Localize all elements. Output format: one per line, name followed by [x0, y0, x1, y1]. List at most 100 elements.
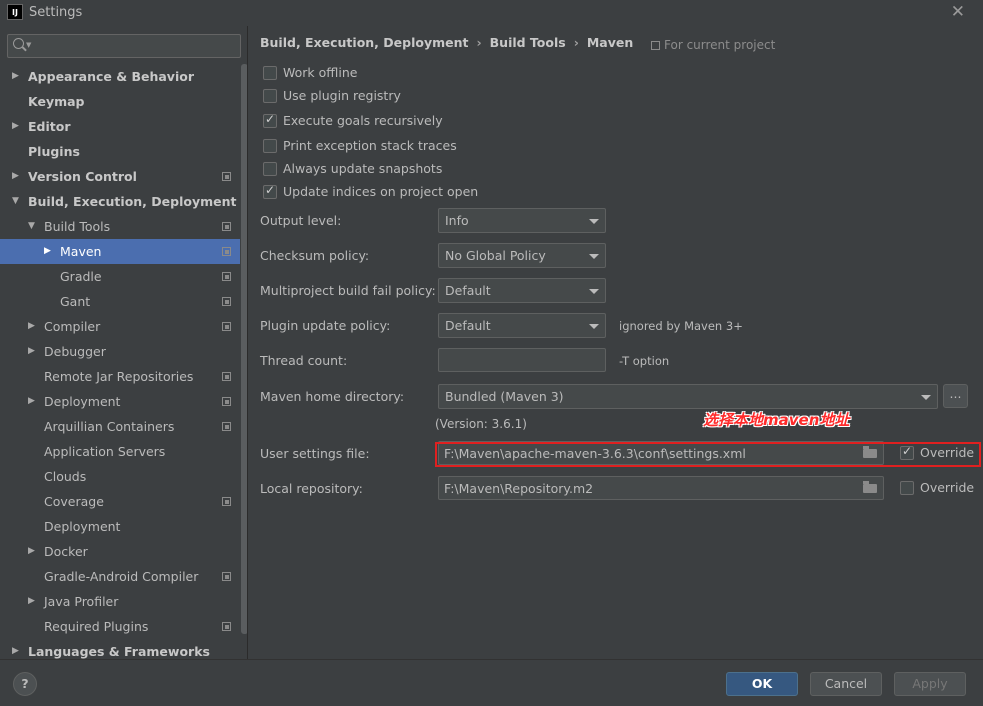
sidebar-item-maven[interactable]: ▶ Maven — [0, 239, 240, 264]
local-repository-override-checkbox[interactable] — [900, 481, 914, 495]
cancel-button[interactable]: Cancel — [810, 672, 882, 696]
project-scope-icon — [222, 172, 231, 181]
sidebar-item-gradle[interactable]: Gradle — [0, 264, 240, 289]
sidebar-item-application-servers[interactable]: Application Servers — [0, 439, 240, 464]
execute-goals-recursively-label: Execute goals recursively — [283, 113, 443, 128]
output-level-select[interactable]: Info — [438, 208, 606, 233]
sidebar-item-plugins[interactable]: Plugins — [0, 139, 240, 164]
always-update-snapshots-label: Always update snapshots — [283, 161, 443, 176]
sidebar-item-label: Arquillian Containers — [44, 419, 175, 434]
settings-sidebar: ▼ ▶ Appearance & Behavior Keymap ▶ Editor Plu… — [0, 26, 248, 659]
breadcrumb-separator: › — [476, 35, 482, 50]
search-options-chevron-down-icon[interactable]: ▼ — [26, 41, 31, 49]
work-offline-checkbox[interactable] — [263, 66, 277, 80]
breadcrumb-item: Build Tools — [489, 35, 566, 50]
multiproject-fail-policy-label: Multiproject build fail policy: — [260, 283, 436, 298]
project-scope-label: For current project — [651, 38, 775, 52]
sidebar-item-build-execution-deployment[interactable]: ▼ Build, Execution, Deployment — [0, 189, 240, 214]
chevron-right-icon[interactable]: ▶ — [28, 539, 35, 564]
sidebar-item-compiler[interactable]: ▶ Compiler — [0, 314, 240, 339]
multiproject-fail-policy-select[interactable]: Default — [438, 278, 606, 303]
project-scope-icon — [651, 41, 660, 50]
chevron-right-icon[interactable]: ▶ — [12, 164, 19, 189]
highlight-box — [435, 442, 981, 467]
always-update-snapshots-checkbox[interactable] — [263, 162, 277, 176]
sidebar-item-deployment[interactable]: Deployment — [0, 514, 240, 539]
sidebar-item-label: Docker — [44, 544, 88, 559]
sidebar-item-docker[interactable]: ▶ Docker — [0, 539, 240, 564]
sidebar-item-label: Deployment — [44, 519, 121, 534]
plugin-update-policy-select[interactable]: Default — [438, 313, 606, 338]
search-input[interactable]: ▼ — [7, 34, 241, 58]
project-scope-icon — [222, 222, 231, 231]
sidebar-item-java-profiler[interactable]: ▶ Java Profiler — [0, 589, 240, 614]
sidebar-item-debugger[interactable]: ▶ Debugger — [0, 339, 240, 364]
user-settings-file-label: User settings file: — [260, 446, 370, 461]
sidebar-item-label: Debugger — [44, 344, 106, 359]
maven-home-label: Maven home directory: — [260, 389, 405, 404]
chevron-right-icon[interactable]: ▶ — [28, 339, 35, 364]
plugin-update-policy-label: Plugin update policy: — [260, 318, 391, 333]
output-level-label: Output level: — [260, 213, 342, 228]
sidebar-item-version-control[interactable]: ▶ Version Control — [0, 164, 240, 189]
project-scope-icon — [222, 372, 231, 381]
chevron-right-icon[interactable]: ▶ — [28, 314, 35, 339]
sidebar-item-editor[interactable]: ▶ Editor — [0, 114, 240, 139]
use-plugin-registry-checkbox[interactable] — [263, 89, 277, 103]
chevron-down-icon — [589, 254, 599, 259]
sidebar-item-label: Clouds — [44, 469, 87, 484]
sidebar-item-coverage[interactable]: Coverage — [0, 489, 240, 514]
dialog-footer: ? OK Cancel Apply — [0, 659, 983, 706]
maven-home-browse-button[interactable]: ... — [943, 384, 968, 408]
folder-icon[interactable] — [863, 481, 877, 493]
plugin-update-hint: ignored by Maven 3+ — [619, 319, 743, 333]
chevron-right-icon[interactable]: ▶ — [12, 114, 19, 139]
chevron-down-icon — [589, 289, 599, 294]
maven-home-value: Bundled (Maven 3) — [445, 389, 564, 404]
sidebar-item-clouds[interactable]: Clouds — [0, 464, 240, 489]
sidebar-item-gant[interactable]: Gant — [0, 289, 240, 314]
sidebar-item-arquillian-containers[interactable]: Arquillian Containers — [0, 414, 240, 439]
breadcrumb: Build, Execution, Deployment › Build Tools… — [260, 35, 633, 50]
sidebar-item-label: Keymap — [28, 94, 85, 109]
execute-goals-recursively-checkbox[interactable] — [263, 112, 277, 128]
chevron-right-icon[interactable]: ▶ — [12, 64, 19, 89]
sidebar-item-gradle-android-compiler[interactable]: Gradle-Android Compiler — [0, 564, 240, 589]
local-repository-value: F:\Maven\Repository.m2 — [444, 481, 594, 496]
output-level-value: Info — [445, 213, 469, 228]
local-repository-input[interactable]: F:\Maven\Repository.m2 — [438, 476, 884, 500]
sidebar-item-deployment[interactable]: ▶ Deployment — [0, 389, 240, 414]
checksum-policy-select[interactable]: No Global Policy — [438, 243, 606, 268]
project-scope-icon — [222, 622, 231, 631]
sidebar-item-keymap[interactable]: Keymap — [0, 89, 240, 114]
chevron-right-icon[interactable]: ▶ — [28, 389, 35, 414]
sidebar-item-remote-jar-repositories[interactable]: Remote Jar Repositories — [0, 364, 240, 389]
sidebar-item-languages-frameworks[interactable]: ▶ Languages & Frameworks — [0, 639, 240, 659]
chevron-down-icon[interactable]: ▼ — [12, 189, 19, 214]
settings-tree: ▶ Appearance & Behavior Keymap ▶ Editor Plugi… — [0, 64, 240, 659]
maven-home-select[interactable]: Bundled (Maven 3) — [438, 384, 938, 409]
print-exception-stack-traces-checkbox[interactable] — [263, 139, 277, 153]
sidebar-item-label: Languages & Frameworks — [28, 644, 210, 659]
project-scope-icon — [222, 422, 231, 431]
close-icon[interactable]: ✕ — [951, 2, 965, 22]
update-indices-checkbox[interactable] — [263, 183, 277, 199]
chevron-right-icon[interactable]: ▶ — [12, 639, 19, 659]
sidebar-item-required-plugins[interactable]: Required Plugins — [0, 614, 240, 639]
local-repository-override-label: Override — [920, 480, 975, 495]
chevron-right-icon[interactable]: ▶ — [28, 589, 35, 614]
ok-button[interactable]: OK — [726, 672, 798, 696]
sidebar-item-label: Gradle — [60, 269, 102, 284]
sidebar-item-build-tools[interactable]: ▼ Build Tools — [0, 214, 240, 239]
breadcrumb-item: Build, Execution, Deployment — [260, 35, 469, 50]
apply-button[interactable]: Apply — [894, 672, 966, 696]
chevron-right-icon[interactable]: ▶ — [44, 239, 51, 264]
sidebar-item-label: Remote Jar Repositories — [44, 369, 194, 384]
project-scope-icon — [222, 297, 231, 306]
checksum-policy-label: Checksum policy: — [260, 248, 370, 263]
thread-count-input[interactable] — [438, 348, 606, 372]
chevron-down-icon[interactable]: ▼ — [28, 214, 35, 239]
help-button[interactable]: ? — [13, 672, 37, 696]
sidebar-item-appearance-behavior[interactable]: ▶ Appearance & Behavior — [0, 64, 240, 89]
sidebar-scrollbar-thumb[interactable] — [241, 64, 247, 634]
